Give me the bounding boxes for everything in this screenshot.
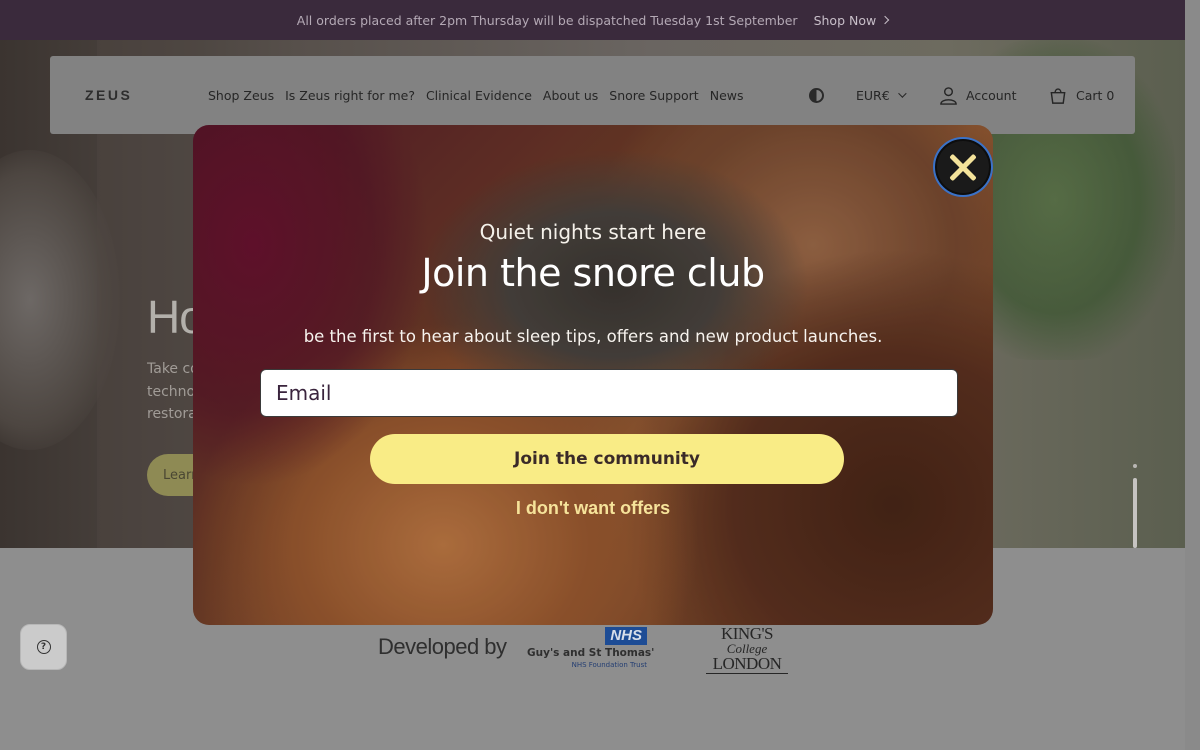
cart-link[interactable]: Cart 0 — [1048, 86, 1114, 105]
announcement-bar: All orders placed after 2pm Thursday wil… — [0, 0, 1185, 40]
modal-kicker: Quiet nights start here — [479, 220, 707, 244]
nav-clinical-evidence[interactable]: Clinical Evidence — [426, 88, 532, 103]
nav-shop-zeus[interactable]: Shop Zeus — [208, 88, 274, 103]
kings-college-london-logo: KING'S College LONDON — [706, 625, 788, 679]
close-modal-button[interactable] — [933, 137, 993, 197]
hero-slider-indicator[interactable] — [1133, 464, 1137, 548]
basket-icon — [1050, 87, 1066, 104]
nav-news[interactable]: News — [710, 88, 744, 103]
kcl-line-3: LONDON — [706, 655, 788, 674]
currency-selector[interactable]: EUR€ — [856, 87, 907, 103]
nav-is-zeus-right[interactable]: Is Zeus right for me? — [285, 88, 415, 103]
user-icon — [940, 86, 957, 105]
nhs-trust-name: Guy's and St Thomas' — [527, 647, 655, 659]
nhs-guys-st-thomas-logo: NHS Guy's and St Thomas' NHS Foundation … — [527, 627, 654, 672]
nhs-badge: NHS — [605, 627, 647, 645]
modal-description: be the first to hear about sleep tips, o… — [303, 327, 883, 346]
decline-offers-link[interactable]: I don't want offers — [193, 498, 993, 519]
chevron-down-icon — [897, 89, 907, 98]
nav-snore-support[interactable]: Snore Support — [609, 88, 698, 103]
zeus-logo[interactable]: ZEUS — [85, 87, 132, 103]
account-link[interactable]: Account — [939, 86, 1016, 105]
newsletter-modal: Quiet nights start here Join the snore c… — [193, 125, 993, 625]
contrast-icon[interactable] — [809, 87, 824, 103]
help-button[interactable]: ? — [20, 624, 67, 670]
nav-about-us[interactable]: About us — [543, 88, 598, 103]
modal-title: Join the snore club — [421, 251, 765, 295]
email-field[interactable] — [260, 369, 958, 417]
account-label: Account — [966, 87, 1017, 103]
cart-label: Cart 0 — [1076, 87, 1115, 103]
shop-now-link[interactable]: Shop Now — [813, 12, 890, 28]
shop-now-label: Shop Now — [813, 12, 877, 28]
help-icon: ? — [36, 640, 51, 654]
page-scrollbar[interactable] — [1185, 0, 1200, 750]
site-header: ZEUS Shop Zeus Is Zeus right for me? Cli… — [50, 56, 1135, 134]
developed-by-text: Developed by — [378, 634, 507, 659]
announcement-text: All orders placed after 2pm Thursday wil… — [296, 12, 798, 28]
kcl-line-1: KING'S — [720, 624, 774, 643]
join-community-button[interactable]: Join the community — [370, 434, 844, 484]
chevron-right-icon — [880, 15, 890, 25]
currency-label: EUR€ — [856, 87, 890, 103]
nhs-trust-sub: NHS Foundation Trust — [571, 661, 647, 669]
main-nav: Shop Zeus Is Zeus right for me? Clinical… — [208, 88, 744, 103]
